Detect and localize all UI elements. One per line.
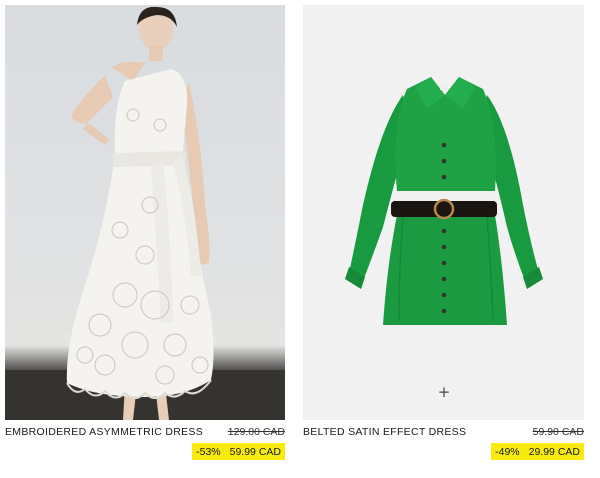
discount-percent: -49% <box>495 445 520 458</box>
product-image[interactable] <box>5 5 285 420</box>
product-card[interactable]: EMBROIDERED ASYMMETRIC DRESS 129.00 CAD … <box>5 0 285 478</box>
sale-price: 59.99 CAD <box>229 445 281 458</box>
add-to-cart-button[interactable]: + <box>432 380 456 404</box>
sale-price: 29.99 CAD <box>528 445 580 458</box>
sale-price-badge: -53% 59.99 CAD <box>192 443 285 460</box>
product-name[interactable]: EMBROIDERED ASYMMETRIC DRESS <box>5 426 203 438</box>
product-grid: EMBROIDERED ASYMMETRIC DRESS 129.00 CAD … <box>0 0 600 478</box>
green-dress-photo-icon <box>345 77 543 325</box>
original-price: 59.90 CAD <box>532 426 584 438</box>
product-card[interactable]: + BELTED SATIN EFFECT DRESS 59.90 CAD -4… <box>303 0 584 478</box>
discount-percent: -53% <box>196 445 221 458</box>
product-info: EMBROIDERED ASYMMETRIC DRESS 129.00 CAD … <box>5 426 285 478</box>
product-info: BELTED SATIN EFFECT DRESS 59.90 CAD -49%… <box>303 426 584 478</box>
product-image[interactable]: + <box>303 5 584 420</box>
product-name[interactable]: BELTED SATIN EFFECT DRESS <box>303 426 466 438</box>
sale-price-badge: -49% 29.99 CAD <box>491 443 584 460</box>
original-price: 129.00 CAD <box>227 426 285 438</box>
white-dress-photo-icon <box>5 6 285 420</box>
